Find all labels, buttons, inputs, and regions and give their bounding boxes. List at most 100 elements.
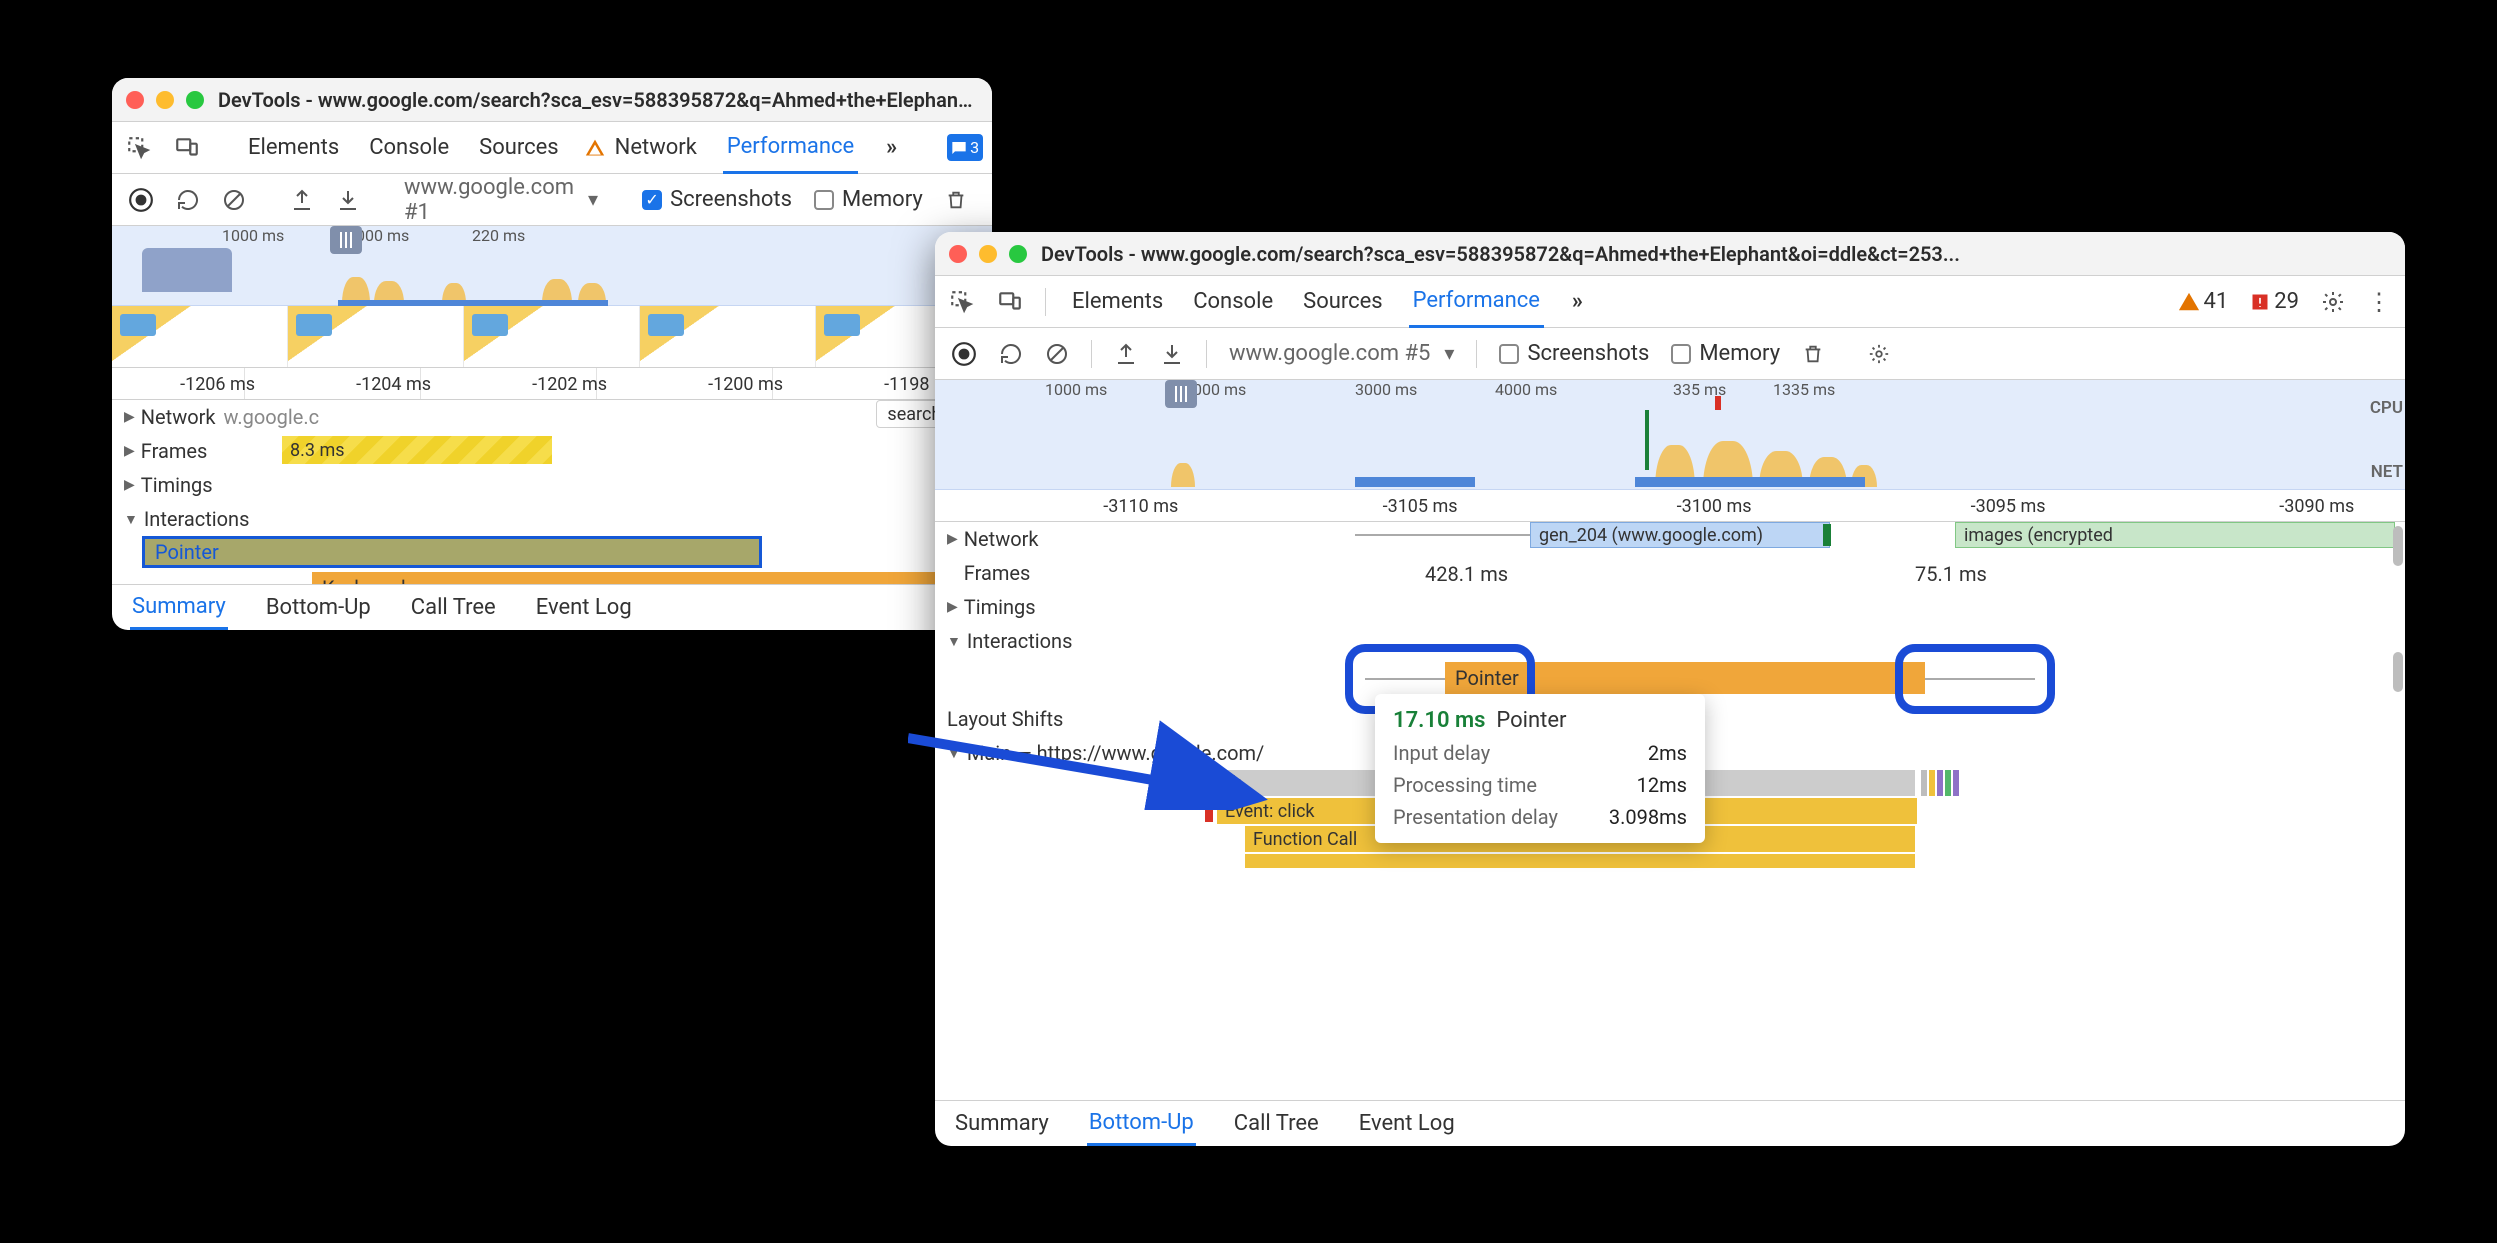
filmstrip[interactable] (112, 306, 992, 368)
btab-calltree[interactable]: Call Tree (1232, 1103, 1321, 1144)
tracks-area[interactable]: ▶Networkw.google.c search (ww ▶Frames 8.… (112, 400, 992, 584)
tab-console[interactable]: Console (1189, 277, 1277, 326)
kebab-icon[interactable]: ⋮ (2367, 288, 2391, 316)
profile-select[interactable]: www.google.com #1 (404, 175, 598, 225)
tab-performance[interactable]: Performance (1409, 276, 1544, 328)
interaction-pointer-row[interactable]: Pointer (112, 536, 992, 572)
track-frames[interactable]: ▶Frames 428.1 ms 75.1 ms (935, 556, 2405, 590)
screenshots-toggle[interactable]: Screenshots (1499, 341, 1649, 366)
track-frames[interactable]: ▶Frames 8.3 ms (112, 434, 992, 468)
time-ruler[interactable]: -3110 ms -3105 ms -3100 ms -3095 ms -309… (935, 490, 2405, 522)
clear-icon[interactable] (222, 188, 246, 212)
tab-elements[interactable]: Elements (1068, 277, 1167, 326)
download-icon[interactable] (336, 188, 360, 212)
tab-network[interactable]: Network (585, 123, 701, 172)
flame-bar[interactable] (1945, 770, 1951, 796)
zoom-icon[interactable] (1009, 245, 1027, 263)
memory-toggle[interactable]: Memory (1671, 341, 1780, 366)
net-gutter-label: NET (2349, 462, 2403, 482)
overview-timeline[interactable]: 1000 ms 000 ms 220 ms (112, 226, 992, 306)
flame-bar[interactable] (1953, 770, 1959, 796)
tab-elements[interactable]: Elements (244, 123, 343, 172)
close-icon[interactable] (126, 91, 144, 109)
frame-bar[interactable]: 8.3 ms (282, 436, 552, 464)
btab-summary[interactable]: Summary (130, 586, 228, 630)
btab-summary[interactable]: Summary (953, 1103, 1051, 1144)
minimize-icon[interactable] (156, 91, 174, 109)
reload-icon[interactable] (176, 188, 200, 212)
titlebar[interactable]: DevTools - www.google.com/search?sca_esv… (935, 232, 2405, 276)
errors-badge[interactable]: 29 (2250, 289, 2299, 314)
upload-icon[interactable] (1114, 342, 1138, 366)
track-network[interactable]: ▶Networkw.google.c search (ww (112, 400, 992, 434)
zoom-icon[interactable] (186, 91, 204, 109)
overview-cpu (112, 273, 992, 303)
screenshots-label: Screenshots (670, 187, 792, 212)
memory-toggle[interactable]: Memory (814, 187, 923, 212)
messages-badge[interactable]: 3 (947, 134, 983, 161)
overview-timeline[interactable]: 1000 ms 000 ms 3000 ms 4000 ms 335 ms 13… (935, 380, 2405, 490)
tab-console[interactable]: Console (365, 123, 453, 172)
overview-net (1355, 477, 1475, 487)
reload-icon[interactable] (999, 342, 1023, 366)
tracks-area[interactable]: ▶Network gen_204 (www.google.com) images… (935, 522, 2405, 1100)
net-request-gen204[interactable]: gen_204 (www.google.com) (1530, 522, 1830, 548)
time-ruler[interactable]: -1206 ms -1204 ms -1202 ms -1200 ms -119… (112, 368, 992, 400)
interaction-pointer-bar[interactable]: Pointer (1445, 662, 1925, 694)
record-button[interactable] (128, 187, 154, 213)
flame-bar[interactable] (1245, 854, 1915, 868)
profile-select[interactable]: www.google.com #5 (1229, 341, 1454, 366)
download-icon[interactable] (1160, 342, 1184, 366)
track-frames-label: Frames (964, 561, 1031, 585)
btab-bottomup[interactable]: Bottom-Up (1087, 1102, 1196, 1146)
net-request-images[interactable]: images (encrypted (1955, 522, 2395, 548)
close-icon[interactable] (949, 245, 967, 263)
filmstrip-thumb[interactable] (640, 306, 816, 367)
gear-icon[interactable] (2321, 290, 2345, 314)
inspect-icon[interactable] (949, 289, 975, 315)
track-timings[interactable]: ▶Timings (935, 590, 2405, 624)
track-timings[interactable]: ▶Timings (112, 468, 992, 502)
warnings-badge[interactable]: 41 (2178, 289, 2229, 314)
track-network[interactable]: ▶Network gen_204 (www.google.com) images… (935, 522, 2405, 556)
btab-eventlog[interactable]: Event Log (534, 587, 634, 628)
device-icon[interactable] (174, 135, 200, 161)
screenshots-toggle[interactable]: Screenshots (642, 187, 792, 212)
interaction-pointer-bar[interactable]: Pointer (142, 536, 762, 568)
tab-sources[interactable]: Sources (1299, 277, 1387, 326)
record-button[interactable] (951, 341, 977, 367)
scrollbar[interactable] (2393, 652, 2403, 692)
range-handle[interactable] (330, 226, 362, 254)
device-icon[interactable] (997, 289, 1023, 315)
tab-sources[interactable]: Sources (475, 123, 563, 172)
scrollbar[interactable] (2393, 526, 2403, 566)
gear-icon[interactable] (1868, 343, 1890, 365)
track-interactions[interactable]: ▼Interactions (112, 502, 992, 536)
btab-calltree[interactable]: Call Tree (409, 587, 498, 628)
flame-chart[interactable]: Task Event: click Function Call (1135, 770, 2405, 870)
range-handle[interactable] (1165, 380, 1197, 408)
clear-icon[interactable] (1045, 342, 1069, 366)
flame-bar[interactable] (1937, 770, 1943, 796)
inspect-icon[interactable] (126, 135, 152, 161)
tab-performance[interactable]: Performance (723, 122, 858, 174)
filmstrip-thumb[interactable] (112, 306, 288, 367)
devtools-window-right: DevTools - www.google.com/search?sca_esv… (935, 232, 2405, 1146)
flame-bar[interactable] (1921, 770, 1927, 796)
flame-bar[interactable] (1929, 770, 1935, 796)
more-tabs-icon[interactable]: » (880, 133, 903, 162)
more-tabs-icon[interactable]: » (1566, 287, 1589, 316)
titlebar[interactable]: DevTools - www.google.com/search?sca_esv… (112, 78, 992, 122)
whisker (1355, 534, 1535, 536)
interaction-keyboard-bar[interactable]: Keyboard (312, 572, 992, 584)
track-interactions[interactable]: ▼Interactions (935, 624, 2405, 658)
trash-icon[interactable] (1802, 343, 1824, 365)
minimize-icon[interactable] (979, 245, 997, 263)
btab-eventlog[interactable]: Event Log (1357, 1103, 1457, 1144)
filmstrip-thumb[interactable] (288, 306, 464, 367)
upload-icon[interactable] (290, 188, 314, 212)
btab-bottomup[interactable]: Bottom-Up (264, 587, 373, 628)
filmstrip-thumb[interactable] (464, 306, 640, 367)
interaction-keyboard-row[interactable]: Keyboard (112, 572, 992, 584)
trash-icon[interactable] (945, 189, 967, 211)
